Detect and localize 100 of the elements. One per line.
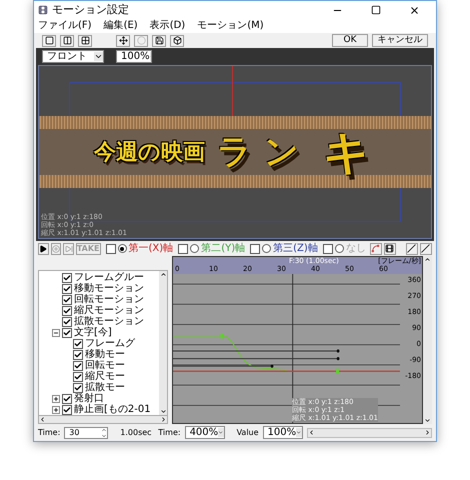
menu-item[interactable]: モーション(M) bbox=[197, 21, 264, 32]
ok-button[interactable]: OK bbox=[332, 34, 368, 47]
checkbox[interactable] bbox=[178, 244, 188, 254]
zoom-dropdown[interactable]: 100% bbox=[116, 50, 152, 64]
scale-label: Time: bbox=[158, 428, 181, 437]
curve-button[interactable] bbox=[370, 242, 382, 255]
value-scale-dropdown[interactable]: 100% bbox=[262, 426, 303, 440]
tree-item[interactable]: 回転モー bbox=[85, 360, 125, 371]
checkbox[interactable] bbox=[73, 338, 83, 349]
horizontal-scrollbar[interactable] bbox=[306, 428, 432, 438]
expander-toggle[interactable] bbox=[52, 328, 60, 337]
caret-icon bbox=[150, 52, 151, 62]
title-art-text: 今週の映画 bbox=[94, 138, 205, 167]
tree-item[interactable]: 移動モー bbox=[85, 350, 125, 360]
move-icon bbox=[118, 36, 128, 45]
circle-icon bbox=[136, 36, 146, 45]
cancel-button[interactable]: キャンセル bbox=[372, 34, 428, 47]
axis-label: 第三(Z)軸 bbox=[273, 244, 318, 254]
square-icon bbox=[44, 36, 54, 45]
caret-icon bbox=[296, 428, 302, 438]
curve-icon bbox=[371, 244, 380, 254]
play-button[interactable] bbox=[38, 242, 49, 255]
close-icon[interactable] bbox=[409, 4, 420, 16]
checkbox[interactable] bbox=[62, 294, 72, 305]
line-tool-button[interactable] bbox=[406, 242, 418, 255]
axis-radio[interactable] bbox=[118, 244, 127, 254]
film-button[interactable] bbox=[384, 242, 396, 255]
save-button[interactable] bbox=[152, 34, 166, 46]
scroll-right-icon[interactable] bbox=[424, 429, 431, 436]
caret-icon bbox=[218, 428, 224, 438]
stop-icon bbox=[52, 244, 60, 253]
vertical-scrollbar[interactable] bbox=[159, 271, 167, 416]
tree-item[interactable]: 発射口 bbox=[74, 394, 104, 404]
spin-up-icon[interactable] bbox=[101, 426, 108, 433]
checkbox[interactable] bbox=[62, 404, 72, 415]
tree-item[interactable]: フレームグルー bbox=[74, 272, 144, 283]
window-title: モーション設定 bbox=[52, 2, 130, 18]
axis-radio[interactable] bbox=[334, 244, 344, 254]
app-icon bbox=[38, 5, 48, 16]
seconds-text: 1.00sec bbox=[120, 428, 153, 437]
checkbox[interactable] bbox=[62, 306, 72, 316]
film-icon bbox=[385, 244, 394, 254]
checkbox[interactable] bbox=[322, 244, 333, 254]
quad-view-button[interactable] bbox=[78, 34, 92, 46]
scroll-left-icon[interactable] bbox=[308, 429, 315, 436]
checkbox[interactable] bbox=[73, 372, 83, 382]
axis-radio[interactable] bbox=[190, 244, 200, 254]
tree-item[interactable]: 回転モーション bbox=[74, 294, 144, 305]
scroll-up-icon[interactable] bbox=[424, 256, 431, 264]
menu-item[interactable]: ファイル(F) bbox=[38, 21, 92, 32]
axis-label: なし bbox=[346, 244, 366, 254]
scroll-up-icon[interactable] bbox=[160, 271, 166, 278]
tree-item[interactable]: 文字[今] bbox=[74, 328, 112, 338]
value-scale-label: Value bbox=[236, 428, 259, 437]
axis-radio[interactable] bbox=[262, 244, 272, 254]
scroll-down-icon[interactable] bbox=[424, 417, 431, 424]
checkbox[interactable] bbox=[62, 328, 72, 338]
checkbox[interactable] bbox=[73, 360, 83, 371]
menu-item[interactable]: 表示(D) bbox=[150, 21, 186, 32]
expander-toggle[interactable] bbox=[52, 406, 60, 414]
vertical-scrollbar[interactable] bbox=[423, 256, 432, 424]
checkbox[interactable] bbox=[73, 382, 83, 393]
move-button[interactable] bbox=[116, 34, 130, 46]
tree-item[interactable]: 拡散モー bbox=[85, 382, 125, 393]
tree-item[interactable]: フレームグ bbox=[85, 338, 135, 349]
tree-item[interactable]: 縮尺モーション bbox=[74, 306, 144, 316]
checkbox[interactable] bbox=[62, 272, 72, 283]
scroll-right-icon[interactable] bbox=[160, 416, 167, 424]
time-scale-dropdown[interactable]: 400% bbox=[184, 426, 225, 440]
checkbox[interactable] bbox=[62, 284, 72, 294]
spin-down-icon[interactable] bbox=[101, 432, 108, 439]
checkbox[interactable] bbox=[106, 244, 116, 254]
box-button[interactable] bbox=[170, 34, 184, 46]
horizontal-scrollbar[interactable] bbox=[38, 416, 168, 424]
grid-icon bbox=[80, 36, 90, 45]
camera-dropdown[interactable]: フロント bbox=[42, 50, 104, 64]
play-icon bbox=[39, 244, 48, 253]
tree-item[interactable]: 縮尺モー bbox=[85, 372, 125, 382]
skip-icon bbox=[64, 244, 73, 253]
scroll-left-icon[interactable] bbox=[39, 416, 46, 424]
menu-item[interactable]: 編集(E) bbox=[104, 21, 138, 32]
time-label: Time: bbox=[38, 428, 60, 437]
checkbox[interactable] bbox=[62, 394, 72, 404]
checkbox[interactable] bbox=[250, 244, 260, 254]
line-tool-button[interactable] bbox=[420, 242, 432, 255]
checkbox[interactable] bbox=[62, 316, 72, 327]
scroll-down-icon[interactable] bbox=[160, 408, 166, 416]
axis-label: 第一(X)軸 bbox=[128, 244, 174, 254]
split-view-button[interactable] bbox=[60, 34, 74, 46]
tree-item[interactable]: 移動モーション bbox=[74, 284, 144, 294]
tree-item[interactable]: 拡散モーション bbox=[74, 316, 144, 327]
big-letter: ラ bbox=[217, 135, 252, 170]
tree-item[interactable]: 静止画[もの2-01 bbox=[74, 404, 151, 415]
checkbox[interactable] bbox=[73, 350, 83, 360]
axis-label: 第二(Y)軸 bbox=[201, 244, 246, 254]
time-spinbox[interactable]: 30 bbox=[64, 426, 108, 439]
maximize-icon[interactable] bbox=[371, 5, 381, 16]
expander-toggle[interactable] bbox=[52, 394, 60, 403]
single-view-button[interactable] bbox=[42, 34, 56, 46]
box-icon bbox=[172, 36, 182, 45]
